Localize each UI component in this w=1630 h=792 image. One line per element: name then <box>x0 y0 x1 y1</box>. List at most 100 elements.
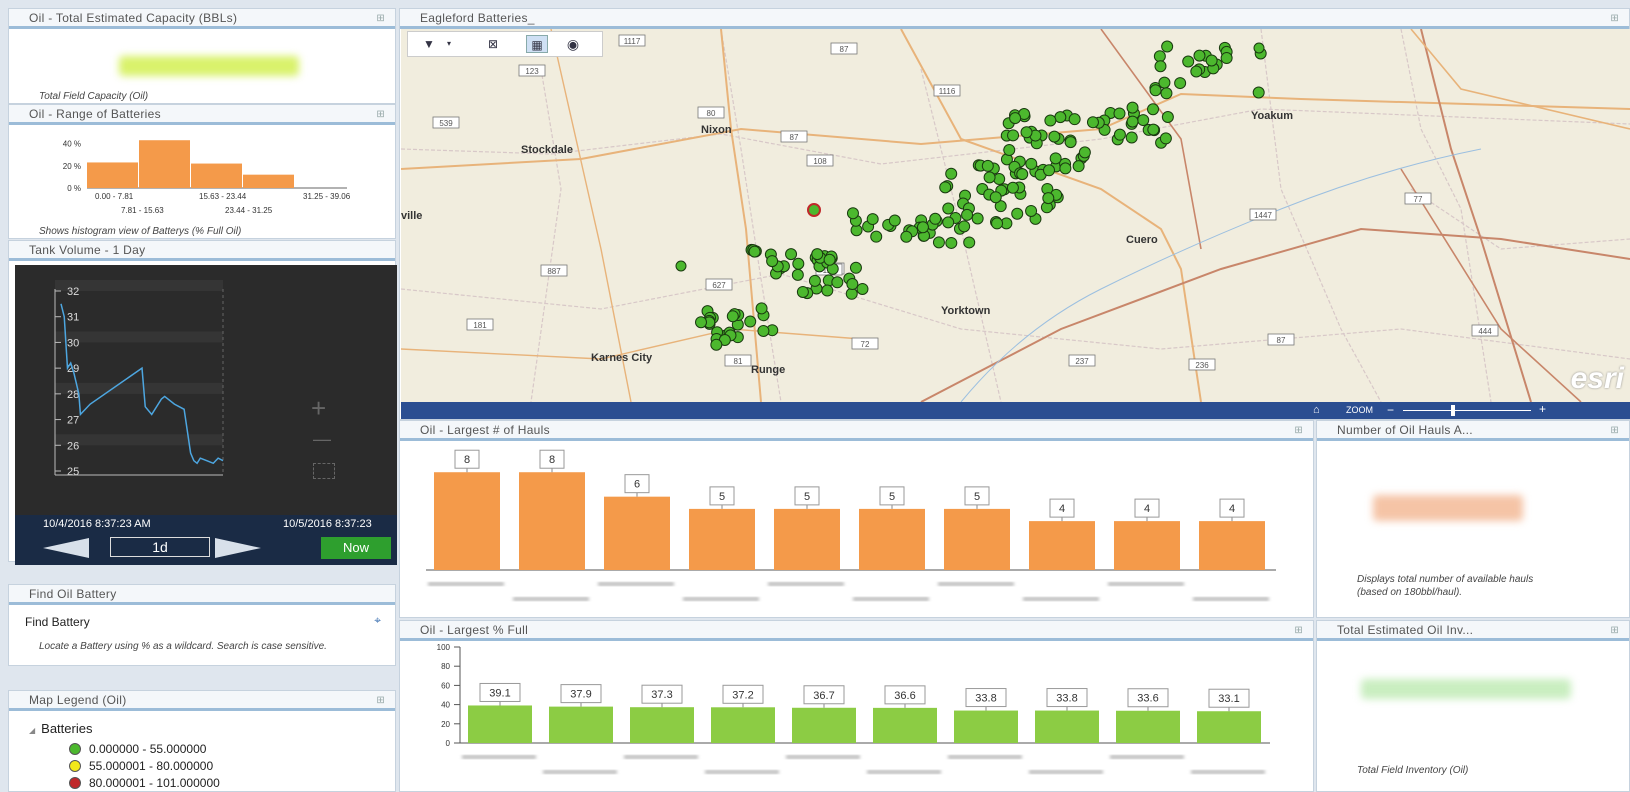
battery-point <box>1025 157 1038 170</box>
legend-group[interactable]: ◢ Batteries <box>29 721 92 736</box>
find-search-icon[interactable]: ⌖ <box>374 613 381 628</box>
tank-panel: Tank Volume - 1 Day 32 31 30 29 28 27 26 25 + —… <box>8 240 397 565</box>
next-arrow-icon[interactable] <box>215 538 261 558</box>
y-tick-label: 0 <box>446 739 451 748</box>
zoom-out-icon[interactable]: − <box>1387 403 1394 417</box>
hauls-avail-title: Number of Oil Hauls A... <box>1337 423 1473 437</box>
y-tick-label: 25 <box>67 466 79 478</box>
pin-icon[interactable]: ⊞ <box>1610 422 1619 440</box>
battery-point <box>831 276 844 289</box>
battery-point <box>1003 144 1016 157</box>
map-basemap[interactable]: Nixon Stockdale Yoakum Cuero Yorktown Karnes … <box>401 29 1630 402</box>
now-button[interactable]: Now <box>321 537 391 559</box>
category-label-blurred <box>867 770 941 774</box>
y-tick-label: 20 % <box>63 162 81 171</box>
category-label-blurred <box>938 582 1014 586</box>
zoom-slider[interactable] <box>1403 410 1531 411</box>
range-select[interactable]: 1d <box>110 537 210 557</box>
highway-number: 236 <box>1195 361 1209 370</box>
highway-shield: 237 <box>1068 354 1096 367</box>
highway-shield: 108 <box>806 154 834 167</box>
full-bar-chart: 100 80 60 40 20 0 39.1 37.9 37.3 37.2 36.7 36.6 33.8… <box>400 643 1313 791</box>
range-header: Oil - Range of Batteries ⊞ <box>9 105 395 125</box>
battery-point <box>989 191 1002 204</box>
green-dot-icon <box>69 743 81 755</box>
x-tick-label: 31.25 - 39.06 <box>303 192 351 201</box>
value-label: 5 <box>889 491 895 503</box>
value-label: 6 <box>634 479 640 491</box>
highway-number: 123 <box>525 67 539 76</box>
battery-point <box>942 202 955 215</box>
category-label-blurred <box>462 755 536 759</box>
bar <box>519 472 585 570</box>
zoom-thumb[interactable] <box>1451 405 1455 416</box>
tank-timeline: 10/4/2016 8:37:23 AM 10/5/2016 8:37:23 1… <box>15 515 397 565</box>
highway-shield: 236 <box>1188 358 1216 371</box>
battery-point <box>1113 107 1126 120</box>
highway-number: 887 <box>547 267 561 276</box>
battery-point <box>710 338 723 351</box>
battery-point <box>796 285 809 298</box>
zoom-in-icon[interactable]: + <box>1539 402 1546 416</box>
find-input[interactable] <box>25 631 375 639</box>
highway-number: 87 <box>790 133 799 142</box>
pin-icon[interactable]: ⊞ <box>1610 622 1619 640</box>
battery-point <box>981 159 994 172</box>
grid-band <box>55 331 223 343</box>
highway-number: 1116 <box>939 87 956 96</box>
pin-icon[interactable]: ⊞ <box>1294 422 1303 440</box>
legend-item: 55.000001 - 80.000000 <box>69 759 213 773</box>
zoom-in-icon[interactable]: + <box>311 393 326 424</box>
value-label: 4 <box>1144 503 1150 515</box>
battery-point <box>849 261 862 274</box>
layers-icon[interactable]: ◉ <box>562 35 584 53</box>
histogram-bar <box>243 174 294 188</box>
battery-point <box>1174 77 1187 90</box>
highway-number: 108 <box>813 157 827 166</box>
category-label-blurred <box>1023 597 1099 601</box>
bar <box>434 472 500 570</box>
highway-shield: 181 <box>466 318 494 331</box>
battery-point <box>1159 132 1172 145</box>
zoom-out-icon[interactable]: — <box>313 429 331 450</box>
pin-icon[interactable]: ⊞ <box>1610 10 1619 28</box>
x-tick-label: 7.81 - 15.63 <box>121 206 164 215</box>
pin-icon[interactable]: ⊞ <box>376 106 385 124</box>
battery-point <box>1049 152 1062 165</box>
battery-point <box>1153 50 1166 63</box>
battery-point <box>791 268 804 281</box>
value-label: 33.6 <box>1137 693 1158 705</box>
filter-icon[interactable]: ▼ <box>418 35 440 53</box>
zoom-extent-icon[interactable] <box>313 463 335 479</box>
prev-arrow-icon[interactable] <box>43 538 89 558</box>
map-canvas[interactable]: Nixon Stockdale Yoakum Cuero Yorktown Karnes … <box>401 29 1630 402</box>
battery-point <box>1078 146 1091 159</box>
battery-point <box>1147 103 1160 116</box>
y-tick-label: 20 <box>441 720 450 729</box>
place-label: Yoakum <box>1251 110 1293 122</box>
highway-number: 627 <box>712 281 726 290</box>
pin-icon[interactable]: ⊞ <box>376 10 385 28</box>
highway-shield: 81 <box>724 354 752 367</box>
pin-icon[interactable]: ⊞ <box>376 692 385 710</box>
collapse-icon[interactable]: ◢ <box>29 726 35 735</box>
category-label-blurred <box>624 755 698 759</box>
y-tick-label: 30 <box>67 337 79 349</box>
inventory-header: Total Estimated Oil Inv... ⊞ <box>1317 621 1629 641</box>
dropdown-icon[interactable]: ▾ <box>438 35 460 53</box>
esri-logo: esri <box>1570 362 1624 395</box>
inventory-caption: Total Field Inventory (Oil) <box>1357 765 1469 776</box>
battery-point <box>888 214 901 227</box>
category-label-blurred <box>705 770 779 774</box>
pin-icon[interactable]: ⊞ <box>1294 622 1303 640</box>
battery-point <box>900 230 913 243</box>
select-icon[interactable]: ⊠ <box>482 35 504 53</box>
home-icon[interactable]: ⌂ <box>1313 404 1320 416</box>
value-label: 4 <box>1229 503 1235 515</box>
place-label: Cuero <box>1126 234 1158 246</box>
find-title: Find Oil Battery <box>29 587 117 601</box>
legend-panel: Map Legend (Oil) ⊞ ◢ Batteries 0.000000 - … <box>8 690 396 792</box>
value-label: 37.2 <box>732 689 753 701</box>
category-label-blurred <box>683 597 759 601</box>
table-icon[interactable]: ▦ <box>526 35 548 53</box>
